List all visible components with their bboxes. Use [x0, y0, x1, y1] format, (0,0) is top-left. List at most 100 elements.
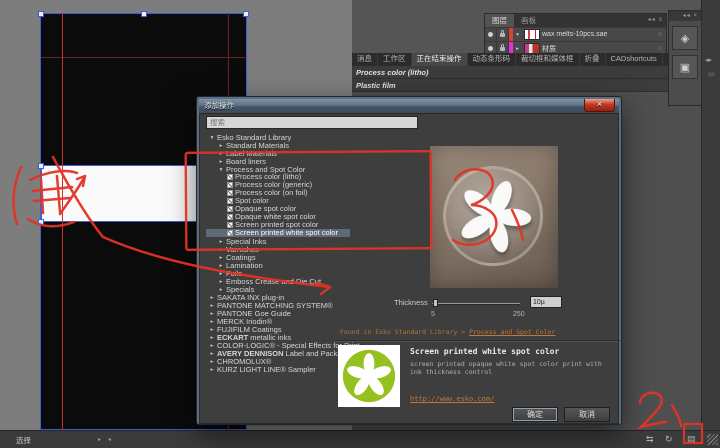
- tree-item[interactable]: ▸Standard Materials: [206, 141, 424, 149]
- scroll-right-icon[interactable]: ▸: [98, 436, 101, 443]
- breadcrumb: Found in Esko Standard Library > Process…: [340, 328, 555, 336]
- tree-item[interactable]: ▸Specials: [206, 285, 424, 293]
- tree-item[interactable]: ▸SAKATA INX plug-in: [206, 293, 424, 301]
- collapsed-panel-strip: ◂▸ ▭: [701, 0, 720, 430]
- tab-messages[interactable]: 消息: [352, 53, 378, 66]
- thickness-value-field[interactable]: [530, 296, 562, 308]
- layer-name[interactable]: wax melts-10pcs.sae: [542, 31, 654, 38]
- resize-grip[interactable]: [707, 434, 718, 445]
- current-tool-label: 选择: [16, 435, 31, 446]
- crease-line-horizontal: [41, 57, 247, 58]
- selection-handle[interactable]: [141, 11, 147, 17]
- selection-handle[interactable]: [243, 11, 249, 17]
- panel-minimize-icon[interactable]: ▭: [708, 70, 715, 78]
- status-bar: 选择 ▸ ◂ ⇆ ↻ ▤ ▣: [0, 430, 720, 448]
- operation-entry-label: Process color (litho): [356, 68, 429, 77]
- ink-swatch-icon: [227, 230, 233, 236]
- selection-handle[interactable]: [38, 163, 44, 169]
- tab-finishing-operations[interactable]: 正在结束操作: [412, 53, 468, 66]
- breadcrumb-link[interactable]: Process and Spot Color: [469, 328, 555, 336]
- layers-panel-tabs: 图层 画板 ◂◂ ≡: [485, 14, 666, 27]
- dock-panel-header[interactable]: ◂◂ ×: [669, 11, 701, 21]
- tree-item[interactable]: ▸Foils: [206, 269, 424, 277]
- tab-trim-media-box[interactable]: 裁切框和媒体框: [516, 53, 580, 66]
- search-input[interactable]: [206, 116, 418, 129]
- tree-item[interactable]: ▸Varnishes: [206, 245, 424, 253]
- ok-button[interactable]: 确定: [512, 407, 558, 422]
- tree-item[interactable]: ▾Esko Standard Library: [206, 133, 424, 141]
- layer-name[interactable]: 材质: [542, 44, 654, 54]
- breadcrumb-prefix: Found in Esko Standard Library >: [340, 328, 469, 336]
- tree-item-label: KURZ LIGHT LINE® Sampler: [217, 366, 316, 374]
- tab-artboards[interactable]: 画板: [514, 14, 543, 27]
- selection-handle[interactable]: [38, 11, 44, 17]
- tree-item[interactable]: ▸Special Inks: [206, 237, 424, 245]
- esko-link[interactable]: http://www.esko.com/: [410, 395, 494, 403]
- tree-item[interactable]: ▸Coatings: [206, 253, 424, 261]
- lock-toggle[interactable]: [497, 28, 509, 41]
- preview-image: [430, 146, 558, 288]
- tab-workspace[interactable]: 工作区: [378, 53, 412, 66]
- thickness-label: Thickness: [394, 298, 428, 307]
- flip-icon[interactable]: ⇆: [646, 434, 654, 445]
- layer-thumbnail: [524, 29, 540, 40]
- visibility-toggle[interactable]: [485, 28, 497, 41]
- close-icon[interactable]: ×: [584, 99, 615, 112]
- tab-dynamic-barcodes[interactable]: 动态条形码: [468, 53, 517, 66]
- layer-target-icon[interactable]: ○: [654, 28, 666, 41]
- tree-item[interactable]: ▸Emboss Crease and Die Cut: [206, 277, 424, 285]
- operation-entry-label: Plastic film: [356, 81, 396, 90]
- pathfinder-dock-icon[interactable]: ▣: [672, 55, 698, 79]
- esko-star-icon: [341, 348, 397, 404]
- tree-item[interactable]: ▸PANTONE MATCHING SYSTEM®: [206, 301, 424, 309]
- cancel-button[interactable]: 取消: [564, 407, 610, 422]
- bottom-panel-tabbar: 消息 工作区 正在结束操作 动态条形码 裁切框和媒体框 折叠 CADshortc…: [352, 53, 701, 67]
- selection-handle[interactable]: [38, 219, 44, 225]
- tree-item[interactable]: ▸Lamination: [206, 261, 424, 269]
- operation-title: Screen printed white spot color: [410, 347, 559, 356]
- navigator-dock-icon[interactable]: ◈: [672, 26, 698, 50]
- cut-line: [62, 13, 63, 430]
- layer-row[interactable]: ▾ wax melts-10pcs.sae ○: [485, 27, 666, 41]
- tree-item[interactable]: ▸Board liners: [206, 157, 424, 165]
- operation-entry[interactable]: Plastic film: [352, 79, 701, 92]
- ink-swatch-icon: [227, 182, 233, 188]
- tree-item[interactable]: ▸MERCK Iriodin®: [206, 317, 424, 325]
- expander-closed-icon[interactable]: ▸: [209, 366, 215, 374]
- layer-expander-icon[interactable]: ▾: [513, 28, 522, 41]
- thickness-slider-thumb[interactable]: [433, 299, 438, 307]
- dialog-title: 添加操作: [204, 101, 234, 110]
- rotate-icon[interactable]: ↻: [665, 434, 673, 445]
- eye-icon: [488, 46, 493, 51]
- tree-item[interactable]: Screen printed white spot color: [206, 229, 424, 237]
- thickness-max-label: 250: [513, 311, 525, 318]
- layers-panel: 图层 画板 ◂◂ ≡ ▾ wax melts-10pcs.sae ○ ▸ 材质 …: [484, 13, 667, 54]
- esko-logo: [338, 345, 400, 407]
- panel-toggle-icon[interactable]: ◂▸: [705, 56, 712, 64]
- tab-cadshortcuts[interactable]: CADshortcuts: [606, 53, 663, 66]
- lock-icon: [500, 47, 505, 51]
- ink-swatch-icon: [227, 214, 233, 220]
- application-window: ◂▸ ▭ 图层 画板 ◂◂ ≡ ▾ wax melts-10pcs.sae ○ …: [0, 0, 720, 448]
- panel-menu-icon[interactable]: ◂◂ ≡: [648, 14, 666, 27]
- panels-small-icon[interactable]: ▤: [687, 434, 696, 445]
- tree-item-label: Screen printed white spot color: [235, 229, 338, 237]
- tool-dock-panel: ◂◂ × ◈ ▣: [668, 10, 702, 106]
- operation-entry[interactable]: Process color (litho) *: [352, 66, 701, 79]
- eye-icon: [488, 32, 493, 37]
- tree-item[interactable]: ▸Label Materials: [206, 149, 424, 157]
- tab-layers[interactable]: 图层: [485, 14, 514, 27]
- ink-swatch-icon: [227, 198, 233, 204]
- add-operation-dialog: 添加操作 × ▾Esko Standard Library▸Standard M…: [196, 96, 622, 425]
- scroll-left-icon[interactable]: ◂: [108, 436, 111, 443]
- ink-swatch-icon: [227, 206, 233, 212]
- thickness-slider-track[interactable]: [432, 303, 520, 305]
- tree-item[interactable]: ▸PANTONE Goe Guide: [206, 309, 424, 317]
- operation-description: screen printed opaque white spot color p…: [410, 360, 615, 376]
- lock-icon: [500, 33, 505, 37]
- ink-swatch-icon: [227, 174, 233, 180]
- section-divider: [336, 340, 620, 342]
- dialog-titlebar[interactable]: 添加操作 ×: [199, 99, 619, 113]
- ink-swatch-icon: [227, 222, 233, 228]
- tab-folding[interactable]: 折叠: [580, 53, 606, 66]
